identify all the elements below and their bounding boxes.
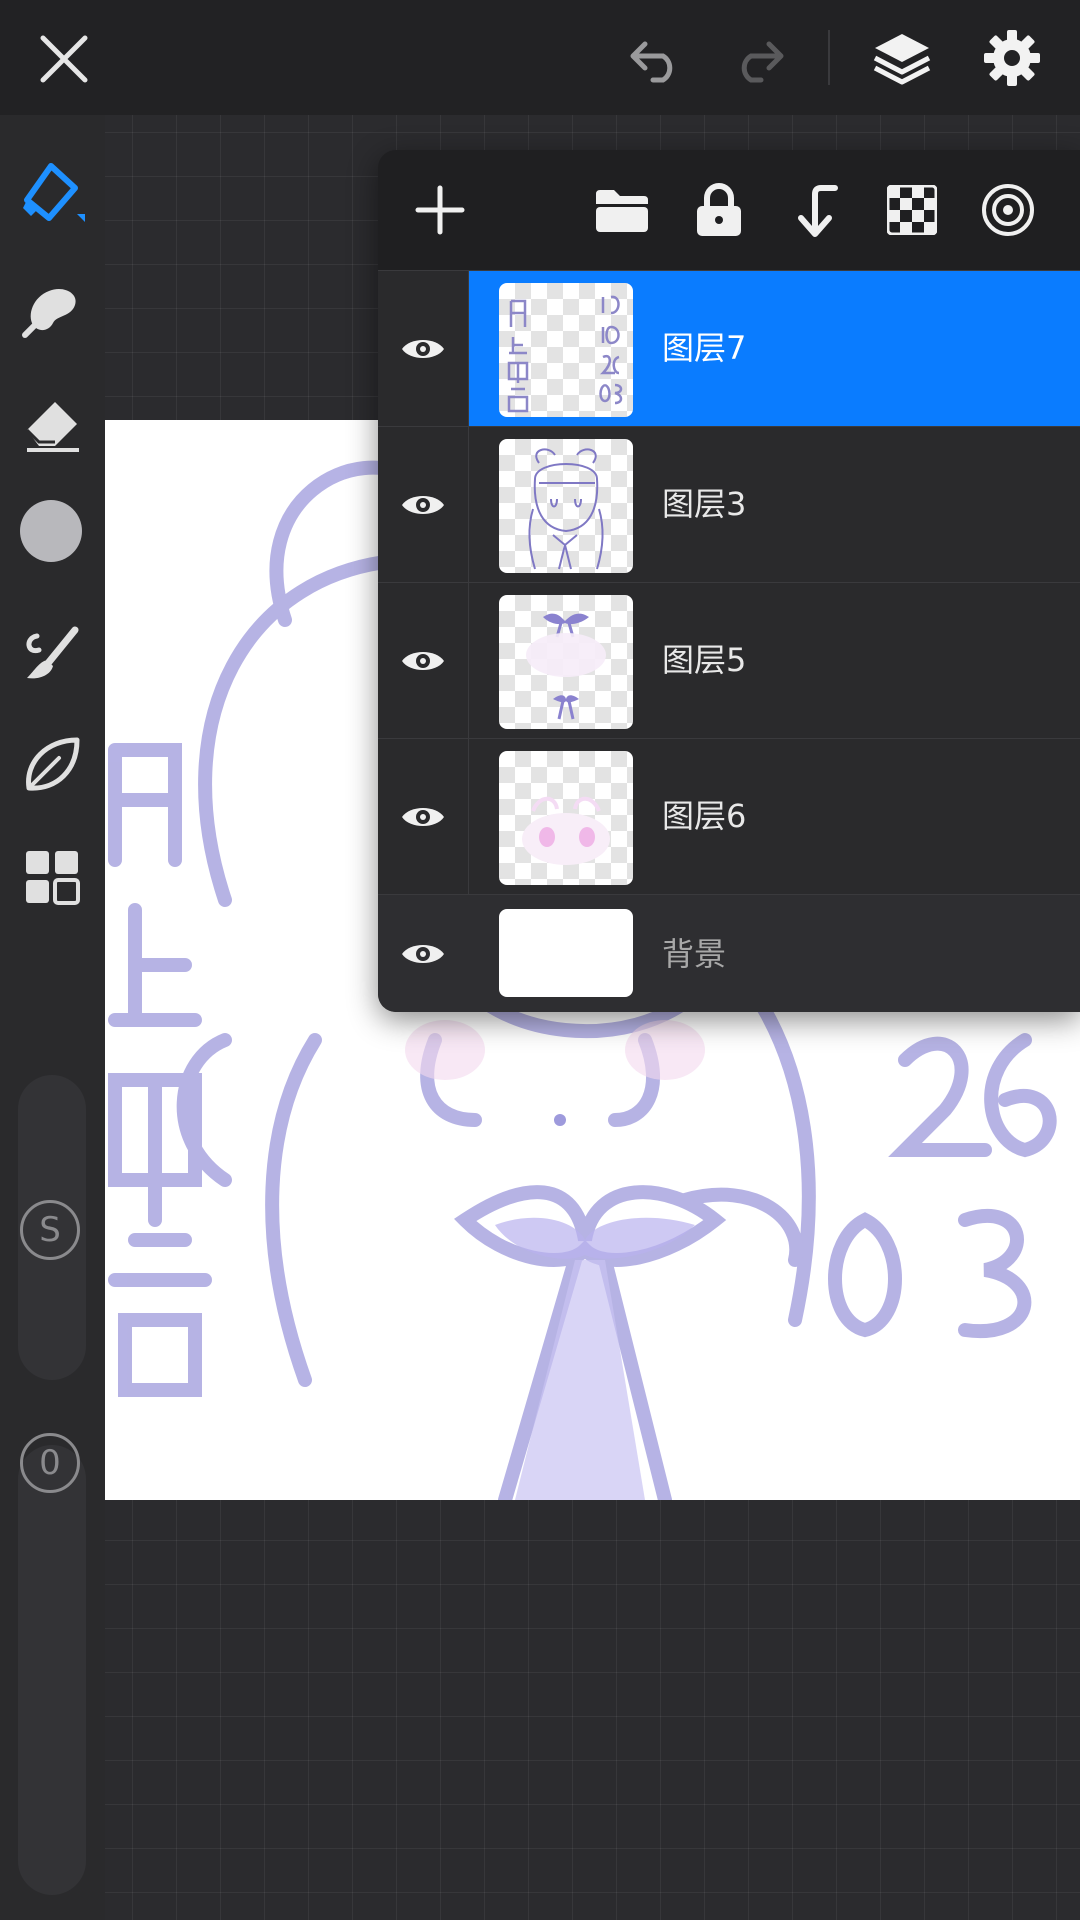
visibility-toggle[interactable]	[378, 583, 469, 738]
checkerboard-icon[interactable]	[880, 178, 944, 242]
layer-thumbnail	[499, 595, 633, 729]
layer-row-5[interactable]: 图层5	[378, 582, 1080, 738]
eye-icon	[402, 945, 444, 963]
eye-icon	[402, 651, 444, 670]
folder-icon[interactable]	[590, 178, 654, 242]
opacity-label: 0	[20, 1433, 80, 1493]
add-icon[interactable]	[408, 178, 472, 242]
leaf-icon[interactable]	[14, 727, 90, 803]
eye-icon	[402, 807, 444, 826]
color-swatch-icon[interactable]	[20, 500, 82, 562]
reference-icon[interactable]	[976, 178, 1040, 242]
undo-icon[interactable]	[618, 25, 696, 93]
layer-thumbnail	[499, 439, 633, 573]
layer-row-background[interactable]: 背景	[378, 894, 1080, 1012]
layer-name: 背景	[662, 935, 727, 973]
layer-name: 图层6	[662, 797, 747, 835]
visibility-toggle[interactable]	[378, 739, 469, 894]
layer-row-7[interactable]: 图层7	[378, 270, 1080, 426]
opacity-slider[interactable]	[18, 1445, 86, 1895]
layers-toolbar	[378, 150, 1080, 270]
visibility-toggle[interactable]	[378, 895, 468, 1012]
pen-icon[interactable]	[14, 155, 90, 231]
size-label: S	[20, 1200, 80, 1260]
merge-down-icon[interactable]	[783, 178, 847, 242]
layers-panel: 图层7 图层3 图层5 图层6 背景	[378, 150, 1080, 1012]
layer-thumbnail	[499, 283, 633, 417]
eye-icon	[402, 339, 444, 358]
drawing-app: S 0 图层7 图层3 图层5 图层6 背景	[0, 0, 1080, 1920]
eye-icon	[402, 495, 444, 514]
layer-name: 图层5	[662, 641, 747, 679]
layers-icon[interactable]	[866, 22, 938, 94]
grid-icon[interactable]	[18, 843, 86, 911]
layer-thumbnail	[499, 751, 633, 885]
brush-icon[interactable]	[14, 615, 90, 691]
gear-icon[interactable]	[976, 22, 1048, 94]
close-icon[interactable]	[30, 25, 98, 93]
lock-icon[interactable]	[687, 178, 751, 242]
tool-sidebar: S 0	[0, 115, 105, 1920]
smudge-icon[interactable]	[14, 270, 90, 346]
visibility-toggle[interactable]	[378, 271, 469, 426]
eraser-icon[interactable]	[14, 383, 90, 459]
visibility-toggle[interactable]	[378, 427, 469, 582]
layer-name: 图层7	[662, 329, 747, 367]
top-toolbar	[0, 0, 1080, 115]
redo-icon[interactable]	[718, 25, 796, 93]
layer-thumbnail	[499, 909, 633, 997]
layer-row-6[interactable]: 图层6	[378, 738, 1080, 894]
layer-row-3[interactable]: 图层3	[378, 426, 1080, 582]
layer-name: 图层3	[662, 485, 747, 523]
toolbar-divider	[828, 30, 830, 85]
